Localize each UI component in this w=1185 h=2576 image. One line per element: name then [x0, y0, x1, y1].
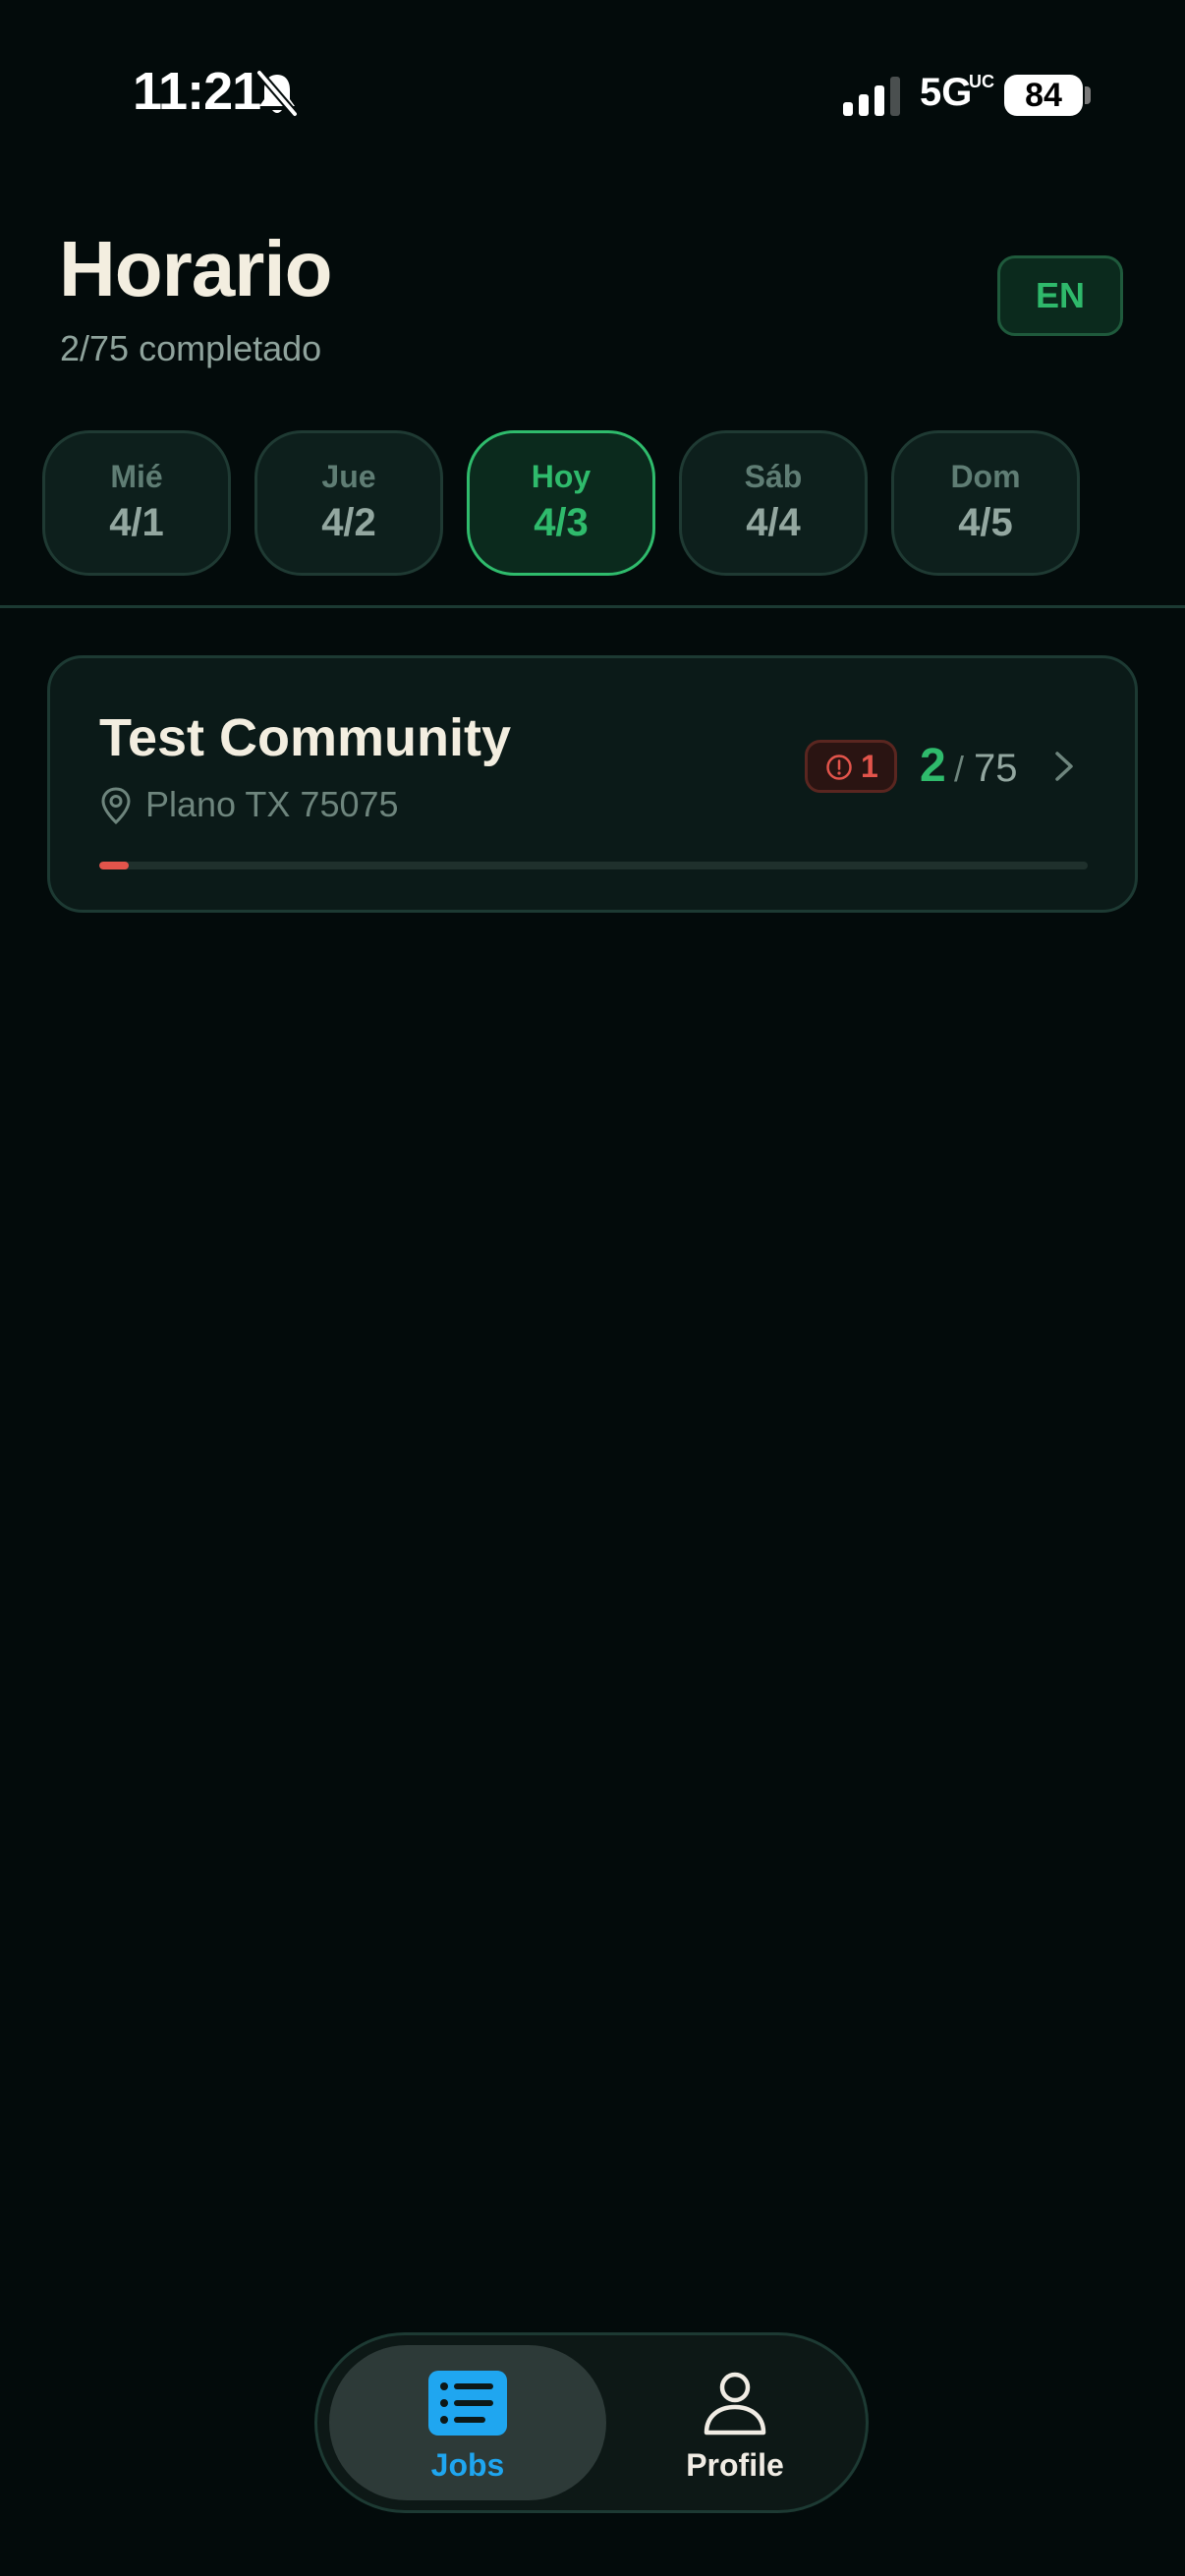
nav-item-jobs[interactable]: Jobs	[329, 2345, 606, 2500]
battery-tip	[1085, 86, 1091, 104]
list-icon	[428, 2371, 507, 2436]
page-title: Horario	[59, 225, 332, 312]
day-name: Hoy	[531, 459, 592, 494]
day-date: 4/2	[321, 501, 376, 544]
day-name: Sáb	[744, 459, 803, 494]
nav-label-jobs: Jobs	[430, 2447, 505, 2483]
day-name: Jue	[321, 459, 376, 494]
network-label: 5G	[920, 71, 973, 114]
bottom-nav: Jobs Profile	[314, 2332, 869, 2513]
day-date: 4/1	[109, 501, 164, 544]
day-name: Dom	[950, 459, 1021, 494]
nav-item-profile[interactable]: Profile	[612, 2345, 858, 2500]
job-card[interactable]: Test Community Plano TX 75075 1 2 / 75	[47, 655, 1138, 913]
progress-bar	[99, 862, 1088, 869]
status-time: 11:21	[133, 62, 261, 121]
user-icon	[704, 2372, 766, 2436]
day-pill-mie[interactable]: Mié 4/1	[42, 430, 231, 576]
signal-icon	[843, 77, 900, 116]
status-bar: 11:21 5G UC 84	[0, 0, 1185, 196]
bell-slash-icon	[255, 70, 299, 117]
day-date: 4/5	[958, 501, 1013, 544]
day-pill-sab[interactable]: Sáb 4/4	[679, 430, 868, 576]
day-pill-hoy[interactable]: Hoy 4/3	[467, 430, 655, 576]
page-subtitle: 2/75 completado	[60, 328, 322, 368]
alert-circle-icon	[826, 755, 852, 780]
progress-separator: /	[954, 749, 965, 789]
total-count: 75	[974, 747, 1018, 790]
day-name: Mié	[110, 459, 163, 494]
language-toggle-button[interactable]: EN	[997, 255, 1123, 336]
day-pill-jue[interactable]: Jue 4/2	[254, 430, 443, 576]
job-title: Test Community	[99, 708, 512, 767]
map-pin-icon	[101, 787, 131, 825]
job-location: Plano TX 75075	[145, 784, 399, 824]
issue-count: 1	[861, 749, 878, 784]
nav-label-profile: Profile	[686, 2447, 784, 2483]
progress-fill	[99, 862, 130, 869]
day-date: 4/3	[534, 501, 589, 544]
battery-indicator: 84	[1004, 75, 1083, 116]
day-date: 4/4	[746, 501, 801, 544]
chevron-right-icon	[1055, 752, 1073, 781]
issue-badge: 1	[805, 740, 897, 793]
completed-count: 2	[920, 740, 946, 792]
day-pill-dom[interactable]: Dom 4/5	[891, 430, 1080, 576]
network-sub-label: UC	[969, 72, 994, 91]
header-divider	[0, 605, 1185, 608]
